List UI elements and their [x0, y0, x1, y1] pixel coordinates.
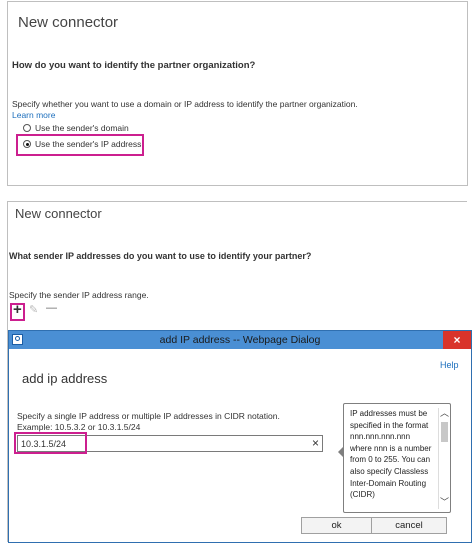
dialog-heading: add ip address: [22, 371, 108, 386]
ip-instruction: Specify a single IP address or multiple …: [17, 411, 280, 421]
remove-button[interactable]: —: [46, 302, 57, 314]
radio-sender-domain[interactable]: Use the sender's domain: [23, 123, 129, 133]
add-ip-dialog: add IP address -- Webpage Dialog × Help …: [8, 330, 472, 543]
scroll-down-icon[interactable]: ﹀: [440, 497, 449, 509]
highlight-box: [14, 432, 87, 454]
radio-selected-icon: [23, 140, 31, 148]
help-link[interactable]: Help: [440, 360, 459, 370]
dialog-title: add IP address -- Webpage Dialog: [159, 334, 321, 346]
learn-more-link[interactable]: Learn more: [12, 110, 55, 120]
radio-sender-ip[interactable]: Use the sender's IP address: [23, 139, 141, 149]
tooltip-pointer: [338, 446, 344, 458]
clear-input-icon[interactable]: ×: [312, 436, 319, 450]
ip-example: Example: 10.5.3.2 or 10.3.1.5/24: [17, 422, 141, 432]
radio-circle-icon: [23, 124, 31, 132]
edit-icon[interactable]: ✎: [29, 303, 38, 316]
panel-title: New connector: [18, 14, 119, 31]
scroll-thumb[interactable]: [441, 422, 448, 442]
ip-range-description: Specify the sender IP address range.: [9, 290, 149, 300]
ok-button[interactable]: ok: [301, 517, 372, 534]
connector-panel-ip: New connector What sender IP addresses d…: [7, 201, 472, 543]
dialog-titlebar[interactable]: add IP address -- Webpage Dialog ×: [9, 331, 471, 349]
radio-label: Use the sender's IP address: [35, 139, 142, 149]
connector-panel-identify: New connector How do you want to identif…: [7, 1, 468, 186]
radio-label: Use the sender's domain: [35, 123, 129, 133]
identify-description: Specify whether you want to use a domain…: [12, 99, 358, 109]
panel-title: New connector: [15, 206, 102, 221]
cancel-button[interactable]: cancel: [371, 517, 447, 534]
add-button[interactable]: +: [13, 301, 22, 318]
identify-question: How do you want to identify the partner …: [12, 60, 256, 71]
scroll-up-icon[interactable]: ︿: [440, 408, 449, 420]
tooltip-scrollbar[interactable]: ︿ ﹀: [438, 408, 450, 509]
tooltip-text: IP addresses must be specified in the fo…: [350, 409, 432, 500]
close-button[interactable]: ×: [443, 331, 471, 349]
ip-question: What sender IP addresses do you want to …: [9, 251, 312, 261]
ip-format-tooltip: IP addresses must be specified in the fo…: [338, 403, 451, 513]
